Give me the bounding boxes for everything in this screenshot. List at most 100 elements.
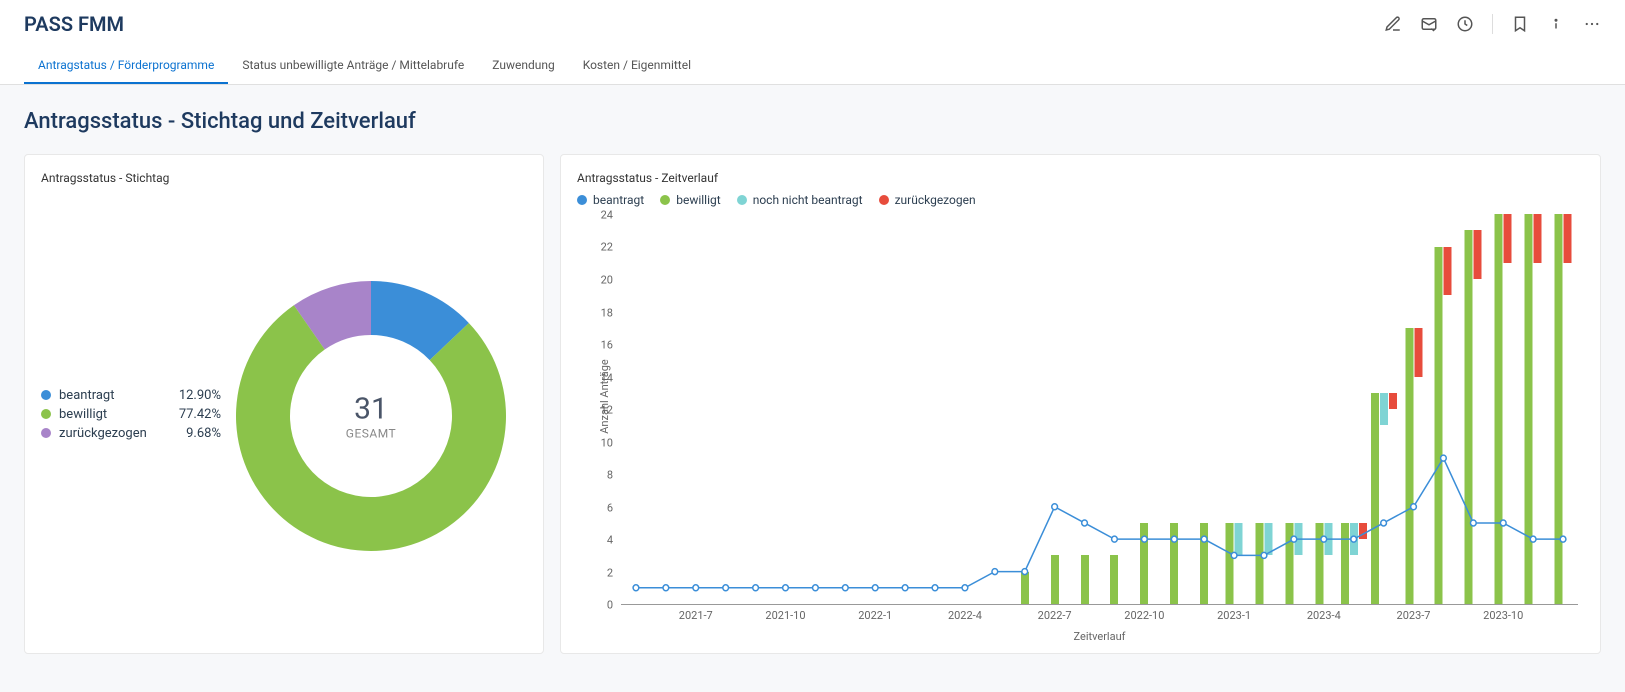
chart-legend: beantragt bewilligt noch nicht beantragt zu… — [577, 193, 1584, 207]
legend-label: zurückgezogen — [895, 193, 976, 207]
line-point[interactable] — [723, 585, 729, 591]
page-title: Antragsstatus - Stichtag und Zeitverlauf — [24, 109, 1601, 134]
legend-item[interactable]: beantragt — [577, 193, 644, 207]
card-title-stichtag: Antragsstatus - Stichtag — [41, 171, 527, 185]
tab-zuwendung[interactable]: Zuwendung — [478, 48, 568, 84]
donut-legend-item[interactable]: bewilligt 77.42% — [41, 407, 221, 422]
line-point[interactable] — [1141, 536, 1147, 542]
tabs: Antragstatus / Förderprogramme Status un… — [0, 48, 1625, 85]
line-point[interactable] — [932, 585, 938, 591]
line-point[interactable] — [1291, 536, 1297, 542]
card-zeitverlauf: Antragsstatus - Zeitverlauf beantragt bew… — [560, 154, 1601, 654]
app-title: PASS FMM — [24, 12, 124, 36]
line-point[interactable] — [1052, 504, 1058, 510]
line-point[interactable] — [1112, 536, 1118, 542]
x-tick: 2023-7 — [1397, 609, 1431, 622]
swatch-icon — [41, 409, 51, 419]
y-tick: 18 — [601, 306, 613, 319]
line-point[interactable] — [1441, 455, 1447, 461]
line-point[interactable] — [1530, 536, 1536, 542]
history-icon[interactable] — [1456, 15, 1474, 33]
line-point[interactable] — [633, 585, 639, 591]
y-tick: 10 — [601, 436, 613, 449]
x-tick: 2023-1 — [1217, 609, 1251, 622]
x-tick: 2022-1 — [858, 609, 892, 622]
line-point[interactable] — [753, 585, 759, 591]
line-point[interactable] — [872, 585, 878, 591]
x-tick: 2021-10 — [765, 609, 805, 622]
legend-item[interactable]: zurückgezogen — [879, 193, 976, 207]
y-tick: 22 — [601, 241, 613, 254]
legend-item[interactable]: bewilligt — [660, 193, 720, 207]
header-actions — [1384, 14, 1601, 34]
line-point[interactable] — [1022, 569, 1028, 575]
legend-label: beantragt — [593, 193, 644, 207]
plot-area — [621, 215, 1578, 605]
info-icon[interactable] — [1547, 15, 1565, 33]
legend-label: bewilligt — [676, 193, 720, 207]
card-title-zeitverlauf: Antragsstatus - Zeitverlauf — [577, 171, 1584, 185]
line-point[interactable] — [693, 585, 699, 591]
line-point[interactable] — [842, 585, 848, 591]
y-tick: 0 — [607, 599, 613, 612]
donut-legend-item[interactable]: beantragt 12.90% — [41, 388, 221, 403]
x-tick: 2023-10 — [1483, 609, 1523, 622]
line-point[interactable] — [1082, 520, 1088, 526]
tab-kosten[interactable]: Kosten / Eigenmittel — [569, 48, 705, 84]
donut-legend: beantragt 12.90% bewilligt 77.42% zurück… — [41, 388, 221, 445]
line-point[interactable] — [1201, 536, 1207, 542]
x-tick: 2022-7 — [1038, 609, 1072, 622]
page-body: Antragsstatus - Stichtag und Zeitverlauf… — [0, 85, 1625, 678]
send-icon[interactable] — [1420, 15, 1438, 33]
legend-percent: 77.42% — [179, 407, 221, 422]
y-tick: 16 — [601, 338, 613, 351]
line-series[interactable] — [636, 458, 1563, 588]
y-tick: 8 — [607, 468, 613, 481]
line-point[interactable] — [1560, 536, 1566, 542]
swatch-icon — [41, 428, 51, 438]
donut-chart: 31 GESAMT — [221, 266, 521, 566]
divider — [1492, 14, 1493, 34]
y-tick: 4 — [607, 534, 613, 547]
line-point[interactable] — [1500, 520, 1506, 526]
line-point[interactable] — [992, 569, 998, 575]
x-tick: 2022-10 — [1124, 609, 1164, 622]
y-tick: 12 — [601, 404, 613, 417]
line-point[interactable] — [813, 585, 819, 591]
tab-antragstatus[interactable]: Antragstatus / Förderprogramme — [24, 48, 228, 84]
swatch-icon — [660, 195, 670, 205]
line-point[interactable] — [1470, 520, 1476, 526]
line-point[interactable] — [1381, 520, 1387, 526]
bookmark-icon[interactable] — [1511, 15, 1529, 33]
line-point[interactable] — [1231, 552, 1237, 558]
x-axis-label: Zeitverlauf — [1074, 630, 1126, 643]
y-tick: 20 — [601, 273, 613, 286]
tab-status-unbewilligte[interactable]: Status unbewilligte Anträge / Mittelabru… — [228, 48, 478, 84]
line-point[interactable] — [902, 585, 908, 591]
y-tick: 2 — [607, 566, 613, 579]
line-point[interactable] — [1261, 552, 1267, 558]
chart-area: Anzahl Anträge 024681012141618202224 Zei… — [577, 215, 1584, 635]
y-tick: 14 — [601, 371, 613, 384]
swatch-icon — [879, 195, 889, 205]
swatch-icon — [737, 195, 747, 205]
legend-item[interactable]: noch nicht beantragt — [737, 193, 863, 207]
line-point[interactable] — [1321, 536, 1327, 542]
more-icon[interactable] — [1583, 15, 1601, 33]
cards-row: Antragsstatus - Stichtag beantragt 12.90… — [24, 154, 1601, 654]
donut-total: 31 — [346, 392, 396, 427]
line-point[interactable] — [783, 585, 789, 591]
line-point[interactable] — [663, 585, 669, 591]
line-point[interactable] — [962, 585, 968, 591]
donut-legend-item[interactable]: zurückgezogen 9.68% — [41, 426, 221, 441]
line-point[interactable] — [1171, 536, 1177, 542]
donut-area: beantragt 12.90% bewilligt 77.42% zurück… — [41, 193, 527, 639]
legend-percent: 9.68% — [186, 426, 221, 441]
line-point[interactable] — [1411, 504, 1417, 510]
line-point[interactable] — [1351, 536, 1357, 542]
legend-label: bewilligt — [59, 407, 171, 422]
edit-icon[interactable] — [1384, 15, 1402, 33]
header: PASS FMM — [0, 0, 1625, 48]
x-tick: 2022-4 — [948, 609, 982, 622]
swatch-icon — [41, 390, 51, 400]
